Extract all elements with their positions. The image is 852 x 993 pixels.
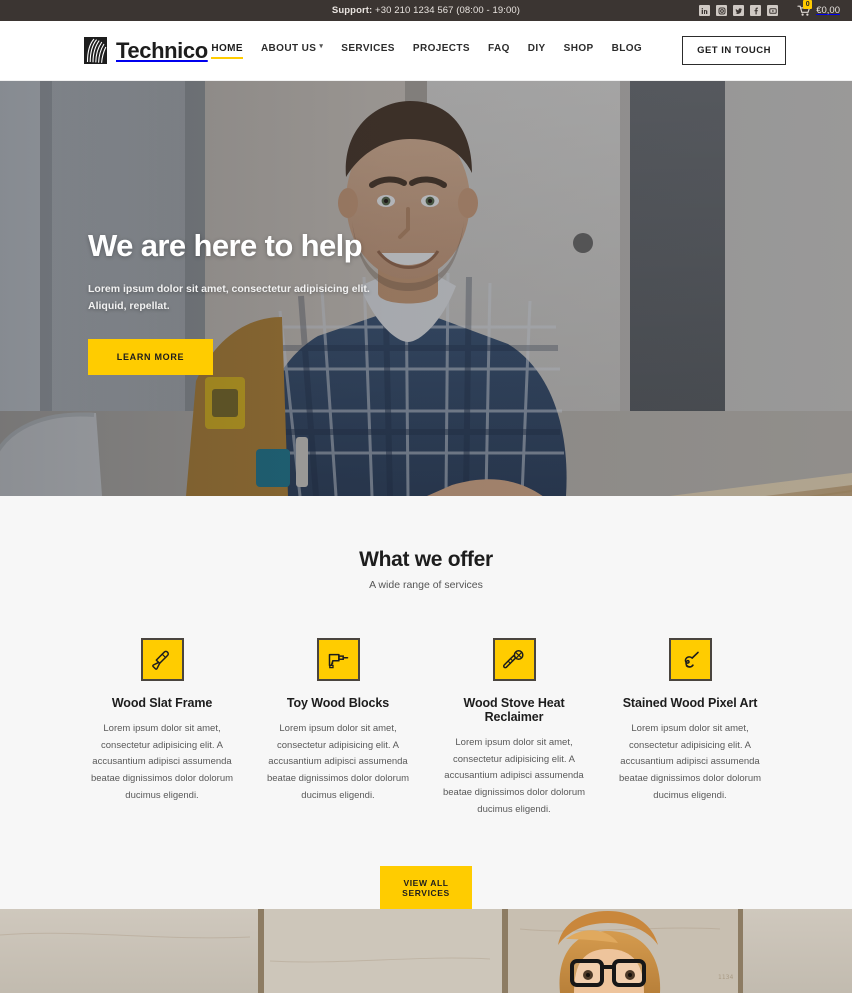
nav-label-home: HOME — [211, 43, 243, 54]
service-card[interactable]: Toy Wood Blocks Lorem ipsum dolor sit am… — [250, 638, 426, 818]
chevron-down-icon: ▾ — [319, 43, 324, 50]
get-in-touch-button[interactable]: GET IN TOUCH — [682, 36, 786, 65]
service-description: Lorem ipsum dolor sit amet, consectetur … — [618, 723, 762, 801]
service-card[interactable]: Wood Stove Heat Reclaimer Lorem ipsum do… — [426, 638, 602, 818]
main-navigation: HOME ABOUT US ▾ SERVICES PROJECTS FAQ DI… — [211, 36, 786, 65]
service-description: Lorem ipsum dolor sit amet, consectetur … — [90, 723, 234, 801]
service-card[interactable]: Stained Wood Pixel Art Lorem ipsum dolor… — [602, 638, 778, 818]
site-header: Technico HOME ABOUT US ▾ SERVICES PROJEC… — [0, 21, 852, 81]
support-phone: +30 210 1234 567 (08:00 - 19:00) — [375, 5, 521, 16]
top-utility-bar: Support: +30 210 1234 567 (08:00 - 19:00… — [0, 0, 852, 21]
social-links — [699, 5, 779, 16]
section-subtitle: A wide range of services — [369, 579, 483, 591]
hero-content: We are here to help Lorem ipsum dolor si… — [0, 81, 430, 375]
nav-label-about-us: ABOUT US — [260, 43, 317, 54]
hero-section: We are here to help Lorem ipsum dolor si… — [0, 81, 852, 496]
nav-item-about-us[interactable]: ABOUT US ▾ — [261, 43, 323, 58]
nav-label-faq: FAQ — [487, 43, 510, 54]
services-grid: Wood Slat Frame Lorem ipsum dolor sit am… — [0, 638, 852, 818]
nav-label-diy: DIY — [527, 43, 546, 54]
learn-more-button[interactable]: LEARN MORE — [88, 338, 213, 375]
instagram-icon[interactable] — [716, 5, 728, 16]
cart-button[interactable]: 0 €0,00 — [797, 0, 840, 17]
chisel-icon — [140, 638, 184, 681]
drill-icon — [316, 638, 360, 681]
bottom-photo: 1134 — [0, 909, 852, 993]
section-title: What we offer — [359, 548, 493, 571]
nav-label-shop: SHOP — [563, 43, 594, 54]
service-title: Wood Slat Frame — [111, 696, 213, 710]
wrench-icon — [668, 638, 712, 681]
shopping-cart-icon: 0 — [797, 0, 813, 17]
service-card[interactable]: Wood Slat Frame Lorem ipsum dolor sit am… — [74, 638, 250, 818]
youtube-icon[interactable] — [767, 5, 779, 16]
service-title: Stained Wood Pixel Art — [622, 696, 758, 710]
cart-total-label: €0,00 — [816, 5, 840, 16]
nav-item-home[interactable]: HOME — [211, 43, 243, 59]
nav-item-diy[interactable]: DIY — [528, 43, 546, 58]
nav-label-blog: BLOG — [611, 43, 643, 54]
svg-text:1134: 1134 — [718, 974, 733, 981]
nav-item-projects[interactable]: PROJECTS — [413, 43, 470, 58]
cart-count-badge: 0 — [803, 0, 813, 9]
bottom-photo-section: 1134 — [0, 909, 852, 993]
service-title: Toy Wood Blocks — [286, 696, 390, 710]
nav-item-services[interactable]: SERVICES — [341, 43, 395, 58]
nav-item-blog[interactable]: BLOG — [612, 43, 643, 58]
service-description: Lorem ipsum dolor sit amet, consectetur … — [442, 737, 586, 815]
service-title: Wood Stove Heat Reclaimer — [463, 696, 565, 724]
support-label: Support: — [331, 5, 373, 16]
linkedin-icon[interactable] — [699, 5, 711, 16]
view-all-services-button[interactable]: VIEW ALL SERVICES — [380, 866, 472, 911]
services-section: What we offer A wide range of services W… — [0, 496, 852, 911]
nav-item-faq[interactable]: FAQ — [488, 43, 510, 58]
nav-label-projects: PROJECTS — [412, 43, 470, 54]
twitter-icon[interactable] — [733, 5, 745, 16]
brand-name: Technico — [116, 37, 208, 63]
service-description: Lorem ipsum dolor sit amet, consectetur … — [266, 723, 410, 801]
facebook-icon[interactable] — [750, 5, 762, 16]
hero-title: We are here to help — [88, 228, 363, 263]
site-logo[interactable]: Technico — [84, 37, 208, 64]
nav-item-shop[interactable]: SHOP — [564, 43, 594, 58]
hero-subtitle: Lorem ipsum dolor sit amet, consectetur … — [88, 283, 370, 313]
screw-icon — [492, 638, 536, 681]
services-cta-row: VIEW ALL SERVICES — [0, 866, 852, 911]
topbar-right-group: 0 €0,00 — [699, 0, 840, 17]
wood-grain-logo-icon — [84, 37, 107, 64]
nav-label-services: SERVICES — [341, 43, 395, 54]
